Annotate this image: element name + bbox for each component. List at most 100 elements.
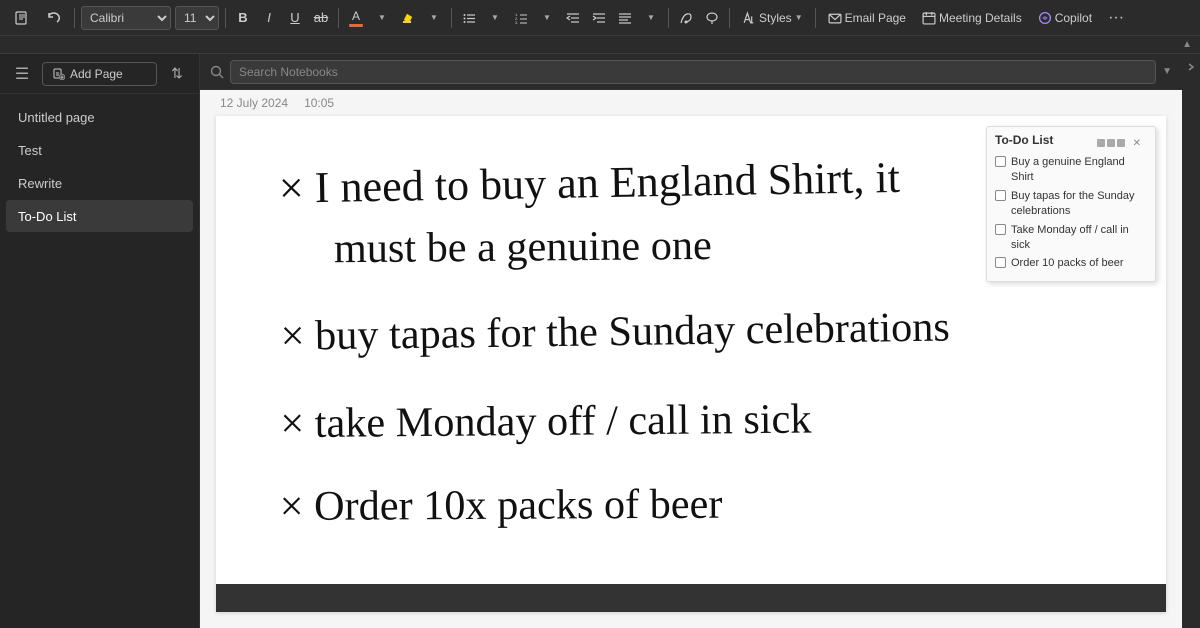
underline-btn[interactable]: U (284, 6, 306, 30)
todo-popup-close-btn[interactable]: ✕ (1133, 138, 1141, 149)
todo-item-1: Buy a genuine England Shirt (995, 155, 1147, 186)
right-collapse-icon (1186, 62, 1196, 72)
todo-item-4: Order 10 packs of beer (995, 256, 1147, 271)
add-page-btn[interactable]: + Add Page (42, 62, 157, 86)
font-size-select[interactable]: 11 (175, 6, 219, 30)
svg-text:must be a genuine one: must be a genuine one (334, 222, 712, 272)
search-bar: ▼ (200, 54, 1182, 90)
search-icon (210, 65, 224, 79)
todo-checkbox-4[interactable] (995, 257, 1006, 268)
content-wrapper: ▼ 12 July 2024 10:05 × I need to buy an … (200, 54, 1182, 628)
more-options-btn[interactable]: ··· (1102, 4, 1130, 32)
font-color-dropdown-btn[interactable]: ▼ (371, 6, 393, 30)
numbered-list-dropdown[interactable]: ▼ (536, 6, 558, 30)
indent-icon (592, 11, 606, 25)
meeting-details-icon (922, 11, 936, 25)
todo-popup-control-3 (1117, 139, 1125, 147)
search-input[interactable] (230, 60, 1156, 84)
email-page-label: Email Page (845, 11, 906, 25)
sidebar-menu-btn[interactable]: ☰ (8, 60, 36, 88)
font-color-icon: A (352, 9, 360, 23)
content-area: 12 July 2024 10:05 × I need to buy an En… (200, 90, 1182, 628)
main-area: ☰ + Add Page ⇅ Untitled page Test Rewrit… (0, 54, 1200, 628)
highlight-dropdown-btn[interactable]: ▼ (423, 6, 445, 30)
strikethrough-btn[interactable]: ab (310, 6, 332, 30)
sort-btn[interactable]: ⇅ (163, 60, 191, 88)
font-color-btn[interactable]: A (345, 6, 367, 30)
sidebar-item-rewrite-label: Rewrite (18, 176, 62, 191)
sidebar-nav: Untitled page Test Rewrite To-Do List (0, 94, 199, 239)
sidebar-header: ☰ + Add Page ⇅ (0, 54, 199, 94)
todo-checkbox-3[interactable] (995, 224, 1006, 235)
svg-text:× Order 10x packs of beer: × Order 10x packs of beer (280, 481, 723, 530)
bullet-list-icon (462, 11, 476, 25)
page-canvas: × I need to buy an England Shirt, it mus… (216, 116, 1166, 612)
handwritten-area[interactable]: × I need to buy an England Shirt, it mus… (216, 116, 1166, 612)
new-notebook-btn[interactable] (8, 4, 36, 32)
styles-label: Styles (759, 11, 792, 25)
meeting-details-btn[interactable]: Meeting Details (916, 5, 1028, 31)
todo-item-2: Buy tapas for the Sunday celebrations (995, 189, 1147, 220)
numbered-list-icon: 1. 2. 3. (514, 11, 528, 25)
font-family-select[interactable]: Calibri (81, 6, 171, 30)
divider-7 (815, 8, 816, 28)
lasso-icon (705, 11, 719, 25)
todo-checkbox-2[interactable] (995, 190, 1006, 201)
todo-popup-controls (1097, 139, 1125, 147)
sidebar-item-test[interactable]: Test (6, 134, 193, 166)
alignment-icon (618, 11, 632, 25)
svg-text:× I need to buy an England Shi: × I need to buy an England Shirt, it (279, 153, 901, 213)
add-page-label: Add Page (70, 67, 123, 81)
highlight-icon (402, 11, 415, 24)
toolbar-collapse-btn[interactable]: ▲ (1182, 39, 1192, 50)
todo-item-1-text: Buy a genuine England Shirt (1011, 155, 1147, 186)
numbered-list-btn[interactable]: 1. 2. 3. (510, 6, 532, 30)
toolbar-row2: ▲ (0, 36, 1200, 54)
todo-item-4-text: Order 10 packs of beer (1011, 256, 1124, 271)
bottom-bar (216, 584, 1166, 612)
ink-btn[interactable] (675, 6, 697, 30)
sidebar-item-todo[interactable]: To-Do List (6, 200, 193, 232)
todo-popup-control-2 (1107, 139, 1115, 147)
svg-text:× take Monday off / call in si: × take Monday off / call in sick (280, 396, 812, 448)
todo-item-3: Take Monday off / call in sick (995, 223, 1147, 254)
highlight-btn[interactable] (397, 6, 419, 30)
sidebar-item-todo-label: To-Do List (18, 209, 77, 224)
alignment-dropdown[interactable]: ▼ (640, 6, 662, 30)
sidebar: ☰ + Add Page ⇅ Untitled page Test Rewrit… (0, 54, 200, 628)
bullet-list-dropdown[interactable]: ▼ (484, 6, 506, 30)
toolbar: Calibri 11 B I U ab A ▼ ▼ ▼ 1 (0, 0, 1200, 36)
right-collapse-btn[interactable] (1182, 54, 1200, 628)
page-date: 12 July 2024 (220, 96, 288, 110)
styles-btn[interactable]: Styles ▼ (736, 5, 809, 31)
email-icon (828, 11, 842, 25)
page-time: 10:05 (304, 96, 334, 110)
todo-popup-control-1 (1097, 139, 1105, 147)
bold-btn[interactable]: B (232, 6, 254, 30)
indent-btn[interactable] (588, 6, 610, 30)
svg-text:× buy tapas for the Sunday cel: × buy tapas for the Sunday celebrations (280, 303, 950, 359)
sidebar-item-rewrite[interactable]: Rewrite (6, 167, 193, 199)
todo-item-2-text: Buy tapas for the Sunday celebrations (1011, 189, 1147, 220)
todo-checkbox-1[interactable] (995, 156, 1006, 167)
alignment-btn[interactable] (614, 6, 636, 30)
sidebar-item-untitled-label: Untitled page (18, 110, 95, 125)
font-color-bar (349, 24, 363, 27)
outdent-btn[interactable] (562, 6, 584, 30)
todo-popup: To-Do List ✕ Buy a genuine England Shirt (986, 126, 1156, 282)
undo-btn[interactable] (40, 4, 68, 32)
outdent-icon (566, 11, 580, 25)
styles-dropdown-arrow: ▼ (795, 13, 803, 22)
email-page-btn[interactable]: Email Page (822, 5, 912, 31)
copilot-icon (1038, 11, 1052, 25)
divider-4 (451, 8, 452, 28)
divider-6 (729, 8, 730, 28)
svg-text:3.: 3. (515, 20, 518, 25)
copilot-btn[interactable]: Copilot (1032, 5, 1098, 31)
sidebar-item-untitled[interactable]: Untitled page (6, 101, 193, 133)
bullet-list-btn[interactable] (458, 6, 480, 30)
search-dropdown-btn[interactable]: ▼ (1162, 66, 1172, 77)
italic-btn[interactable]: I (258, 6, 280, 30)
lasso-btn[interactable] (701, 6, 723, 30)
meeting-details-label: Meeting Details (939, 11, 1022, 25)
